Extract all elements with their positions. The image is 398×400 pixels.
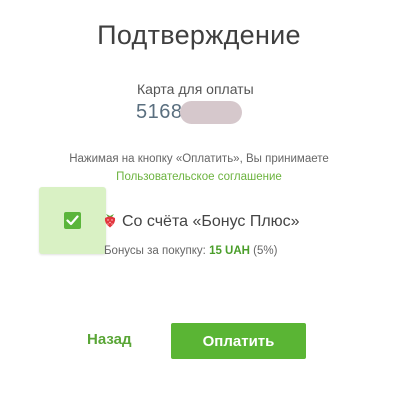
bonus-amount: 15 UAH [209,245,250,257]
card-number-mask [180,101,242,124]
user-agreement-link[interactable]: Пользовательское соглашение [0,171,398,183]
bonus-checkbox[interactable] [39,187,106,254]
back-button[interactable]: Назад [87,331,131,348]
strawberry-icon [104,214,116,228]
bonus-percent: (5%) [253,245,278,257]
terms-text: Нажимая на кнопку «Оплатить», Вы принима… [69,153,329,165]
bonus-info: Бонусы за покупку: 15 UAH (5%) [104,245,277,257]
bonus-account-label: Со счёта «Бонус Плюс» [122,213,300,230]
card-number: 5168 [136,101,183,123]
checkbox-checked-icon [64,212,81,229]
card-label: Карта для оплаты [137,81,254,97]
pay-button[interactable]: Оплатить [171,323,306,359]
bonus-info-prefix: Бонусы за покупку: [104,245,206,257]
page-title: Подтверждение [97,20,301,50]
